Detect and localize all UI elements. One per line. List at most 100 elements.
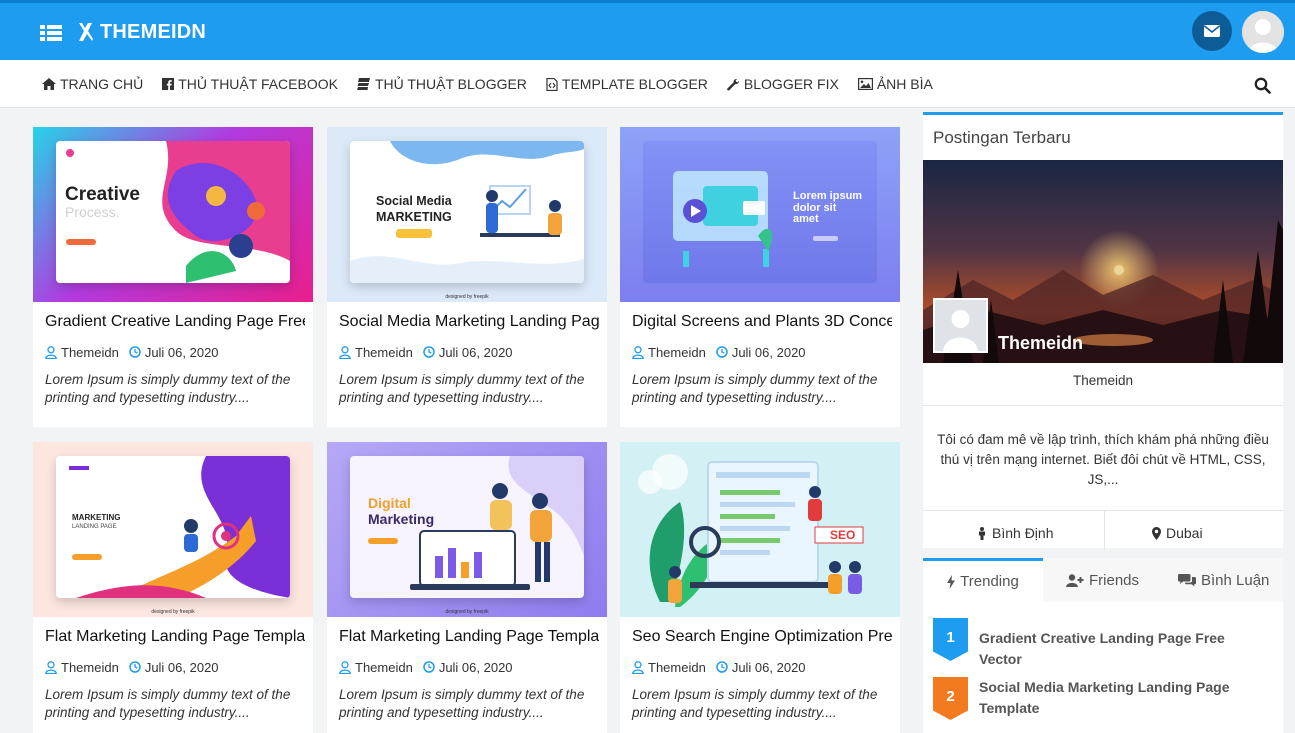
tab-label: Bình Luận (1201, 571, 1270, 589)
thumbnail-subheading: LANDING PAGE (72, 524, 117, 530)
menu-icon[interactable] (40, 23, 64, 43)
logo-x-icon (79, 23, 93, 41)
nav-item-blogger[interactable]: THỦ THUẬT BLOGGER (356, 76, 527, 92)
post-title[interactable]: Flat Marketing Landing Page Template (45, 628, 305, 646)
freepik-credit: designed by freepik (445, 609, 489, 615)
post-thumbnail[interactable]: Lorem ipsum dolor sit amet (620, 127, 900, 302)
clock-icon (129, 661, 141, 673)
post-date: Juli 06, 2020 (438, 659, 513, 675)
nav-item-label: THỦ THUẬT FACEBOOK (178, 76, 338, 92)
trending-item[interactable]: 1 Gradient Creative Landing Page Free Ve… (933, 618, 1273, 667)
profile-banner[interactable]: Themeidn (923, 160, 1283, 363)
trending-rank: 1 (933, 618, 968, 661)
tab-comments[interactable]: Bình Luận (1178, 558, 1269, 602)
tab-label: Trending (960, 573, 1019, 590)
user-icon (45, 345, 57, 359)
thumbnail-heading: Social Media MARKETING (376, 194, 452, 225)
post-thumbnail[interactable]: Creative Process. (33, 127, 313, 302)
mail-button[interactable] (1192, 11, 1232, 51)
location-label: Dubai (1166, 525, 1203, 541)
post-title[interactable]: Flat Marketing Landing Page Template (339, 628, 599, 646)
post-thumbnail[interactable]: SEO (620, 442, 900, 617)
nav-item-cover-image[interactable]: ẢNH BÌA (857, 76, 933, 92)
top-header: THEMEIDN (0, 0, 1295, 60)
post-date: Juli 06, 2020 (731, 344, 806, 360)
thumbnail-subheading: Process. (65, 204, 120, 220)
nav-item-label: BLOGGER FIX (743, 76, 839, 92)
latest-posts-widget: Postingan Terbaru Themeidn Themeidn Tôi … (923, 112, 1283, 551)
nav-item-label: TRANG CHỦ (60, 76, 144, 92)
divider (1104, 511, 1105, 551)
post-card[interactable]: Social Media MARKETING designed by freep… (327, 127, 607, 427)
image-icon (857, 78, 873, 90)
post-date: Juli 06, 2020 (144, 659, 219, 675)
post-meta: Themeidn Juli 06, 2020 (45, 343, 229, 361)
main-nav: TRANG CHỦ THỦ THUẬT FACEBOOK THỦ THUẬT B… (0, 60, 1295, 108)
user-avatar[interactable] (1242, 11, 1284, 53)
post-card[interactable]: Digital Marketing designed by freepik Fl… (327, 442, 607, 733)
post-card[interactable]: SEO Seo Search Engine Optimization Premi… (620, 442, 900, 733)
search-icon[interactable] (1254, 77, 1271, 94)
nav-item-label: ẢNH BÌA (876, 76, 933, 92)
post-title[interactable]: Digital Screens and Plants 3D Concept (632, 313, 892, 331)
post-excerpt: Lorem Ipsum is simply dummy text of the … (45, 372, 291, 405)
author-avatar[interactable] (933, 298, 988, 353)
post-title[interactable]: Gradient Creative Landing Page Free Vect… (45, 313, 305, 331)
user-icon (339, 345, 351, 359)
nav-item-template[interactable]: TEMPLATE BLOGGER (546, 76, 708, 92)
user-icon (45, 660, 57, 674)
user-icon (339, 660, 351, 674)
freepik-credit: designed by freepik (445, 294, 489, 300)
post-meta: Themeidn Juli 06, 2020 (339, 658, 523, 676)
post-title[interactable]: Seo Search Engine Optimization Premium V… (632, 628, 892, 646)
post-author[interactable]: Themeidn (355, 660, 413, 675)
post-title[interactable]: Social Media Marketing Landing Page Temp… (339, 313, 599, 331)
profile-bio: Tôi có đam mê về lập trình, thích khám p… (923, 405, 1283, 511)
post-excerpt: Lorem Ipsum is simply dummy text of the … (45, 687, 291, 720)
post-author[interactable]: Themeidn (648, 345, 706, 360)
nav-item-home[interactable]: TRANG CHỦ (42, 76, 143, 92)
tab-label: Friends (1089, 571, 1140, 589)
location-hometown: Bình Định (977, 521, 1053, 545)
trending-title[interactable]: Social Media Marketing Landing Page Temp… (979, 677, 1269, 719)
post-author[interactable]: Themeidn (648, 660, 706, 675)
tab-friends[interactable]: Friends (1066, 558, 1139, 602)
post-thumbnail[interactable]: Digital Marketing designed by freepik (327, 442, 607, 617)
user-plus-icon (1066, 573, 1084, 587)
trending-title[interactable]: Gradient Creative Landing Page Free Vect… (979, 628, 1269, 670)
nav-item-label: THỦ THUẬT BLOGGER (374, 76, 527, 92)
post-meta: Themeidn Juli 06, 2020 (632, 658, 816, 676)
clock-icon (716, 661, 728, 673)
post-excerpt: Lorem Ipsum is simply dummy text of the … (339, 687, 585, 720)
post-author[interactable]: Themeidn (355, 345, 413, 360)
post-author[interactable]: Themeidn (61, 345, 119, 360)
post-thumbnail[interactable]: MARKETING LANDING PAGE designed by freep… (33, 442, 313, 617)
trending-item[interactable]: 2 Social Media Marketing Landing Page Te… (933, 677, 1273, 722)
post-card[interactable]: Lorem ipsum dolor sit amet Digital Scree… (620, 127, 900, 427)
post-thumbnail[interactable]: Social Media MARKETING designed by freep… (327, 127, 607, 302)
wrench-icon (727, 78, 739, 90)
nav-item-facebook[interactable]: THỦ THUẬT FACEBOOK (162, 76, 338, 92)
mail-icon (1204, 25, 1220, 37)
male-icon (979, 526, 985, 540)
thumbnail-heading: SEO (830, 528, 856, 542)
blogger-icon (356, 78, 370, 90)
facebook-icon (162, 78, 175, 90)
post-meta: Themeidn Juli 06, 2020 (339, 343, 523, 361)
logo-text: THEMEIDN (100, 20, 207, 43)
user-icon (632, 345, 644, 359)
latest-author-name[interactable]: Themeidn (998, 333, 1083, 354)
site-logo[interactable]: THEMEIDN (78, 17, 206, 47)
nav-item-label: TEMPLATE BLOGGER (561, 76, 708, 92)
post-card[interactable]: Creative Process. Gradient Creative Land… (33, 127, 313, 427)
post-author[interactable]: Themeidn (61, 660, 119, 675)
post-date: Juli 06, 2020 (144, 344, 219, 360)
post-excerpt: Lorem Ipsum is simply dummy text of the … (632, 687, 878, 720)
clock-icon (423, 661, 435, 673)
post-card[interactable]: MARKETING LANDING PAGE designed by freep… (33, 442, 313, 733)
thumbnail-heading: Digital (368, 495, 411, 511)
tab-trending[interactable]: Trending (923, 558, 1043, 602)
freepik-credit: designed by freepik (151, 609, 195, 615)
clock-icon (129, 346, 141, 358)
nav-item-blogger-fix[interactable]: BLOGGER FIX (727, 76, 839, 92)
